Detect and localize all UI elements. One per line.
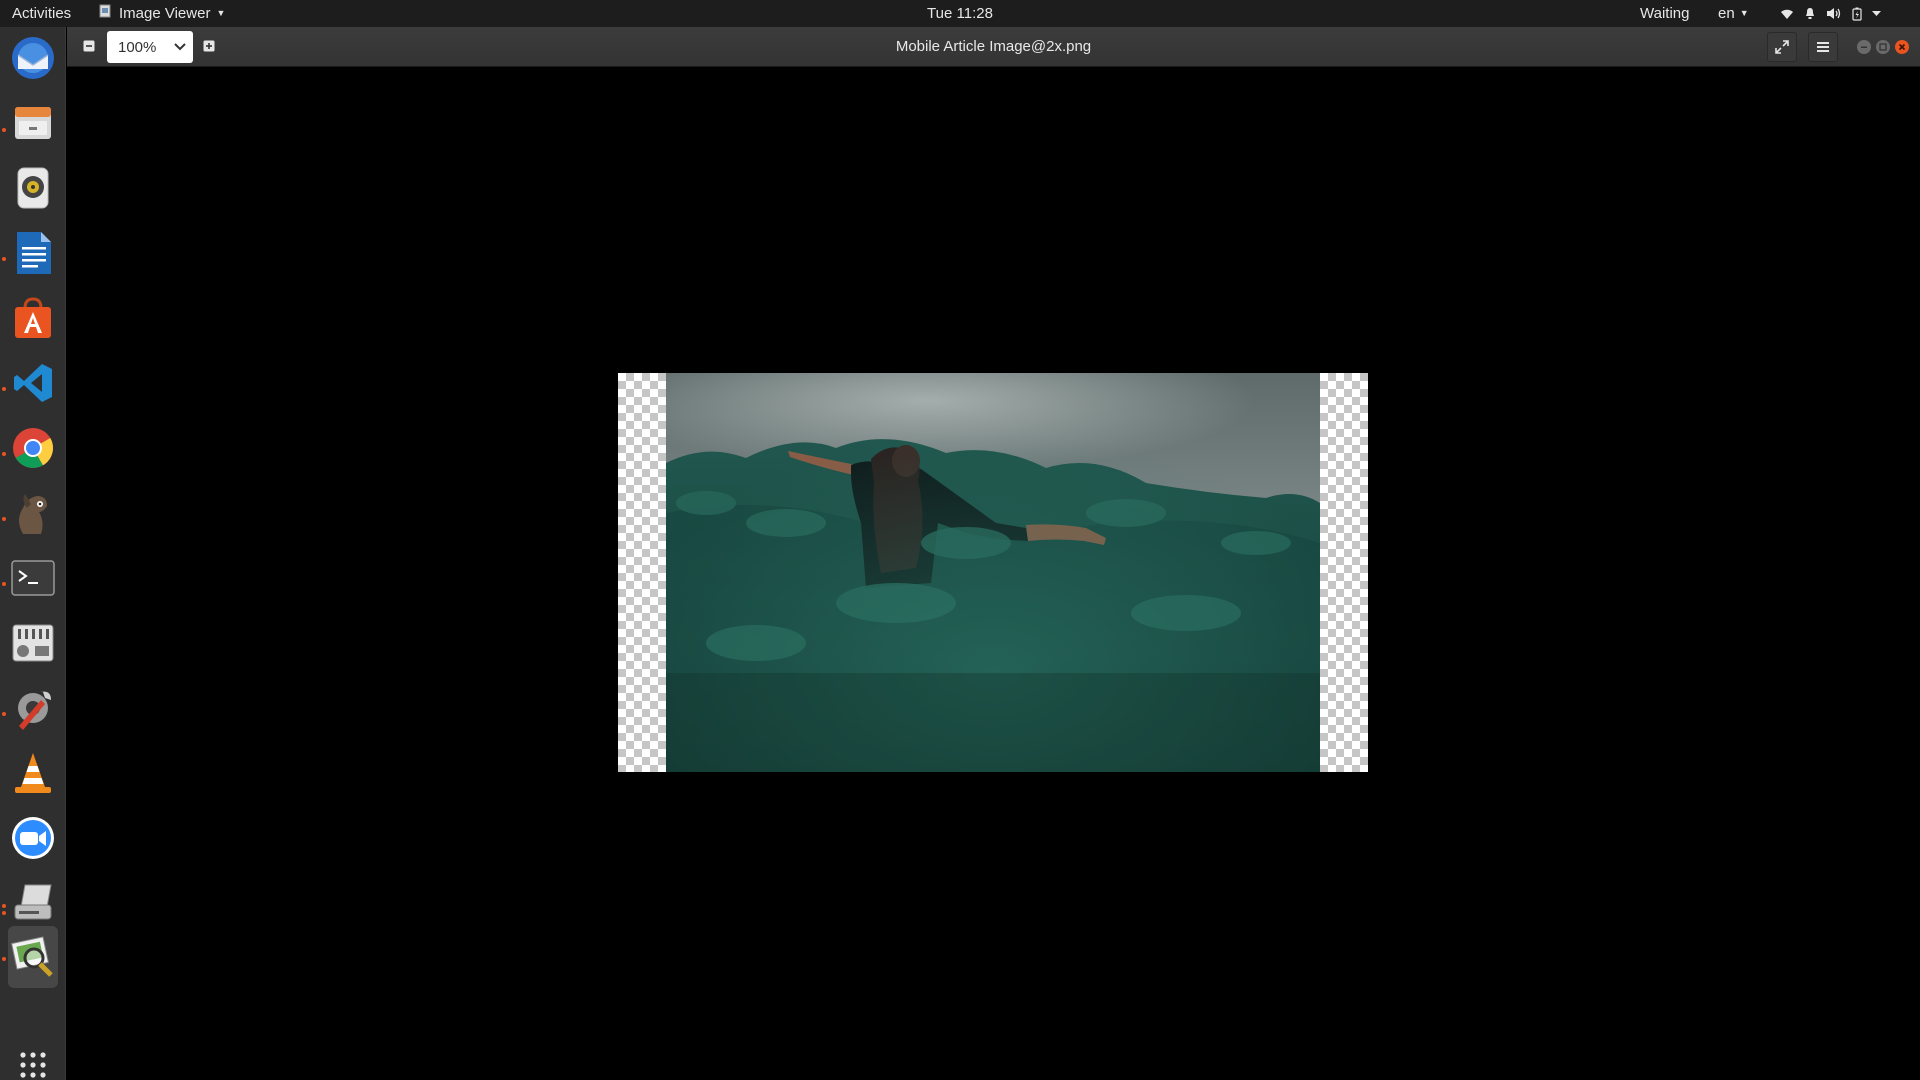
zoom-in-button[interactable]: [197, 34, 221, 58]
maximize-icon: [1879, 43, 1887, 51]
system-menu-caret-icon: [1872, 10, 1881, 16]
minus-icon: [83, 40, 95, 52]
rhythmbox-speaker-icon: [17, 167, 49, 209]
running-indicator: [2, 517, 6, 521]
dock-item-gimp[interactable]: [8, 485, 58, 541]
language-label: en: [1718, 5, 1735, 22]
window-maximize-button[interactable]: [1876, 40, 1890, 54]
zoom-level-combo[interactable]: 100%: [107, 31, 193, 63]
battery-icon: [1852, 7, 1862, 21]
image-viewer-magnifier-icon: [11, 936, 53, 977]
photo-woman-in-teal-foliage: [666, 373, 1320, 772]
vlc-cone-icon: [15, 753, 51, 793]
chrome-icon: [13, 428, 53, 468]
dock-item-thunderbird[interactable]: [8, 30, 58, 86]
show-applications-button[interactable]: [8, 1045, 58, 1080]
zoom-video-icon: [12, 817, 54, 859]
running-indicator: [2, 387, 6, 391]
dock-item-vlc[interactable]: [8, 745, 58, 801]
dock-item-libreoffice-writer[interactable]: [8, 225, 58, 281]
activities-button[interactable]: Activities: [12, 0, 71, 27]
terminal-icon: [11, 560, 55, 596]
running-indicator: [2, 957, 6, 961]
dock-item-system-tools[interactable]: [8, 680, 58, 736]
clock[interactable]: Tue 11:28: [927, 5, 993, 22]
window-minimize-button[interactable]: [1857, 40, 1871, 54]
window-title: Mobile Article Image@2x.png: [895, 38, 1092, 55]
fullscreen-icon: [1775, 40, 1789, 54]
dock-item-terminal[interactable]: [8, 550, 58, 606]
hamburger-menu-icon: [1817, 42, 1829, 52]
image-canvas[interactable]: [67, 67, 1920, 1080]
transparency-checkerboard: [618, 373, 666, 772]
dock-item-zoom[interactable]: [8, 810, 58, 866]
minimize-icon: [1861, 46, 1867, 48]
wifi-icon: [1781, 9, 1793, 19]
scanner-icon: [14, 884, 52, 920]
writer-document-icon: [17, 232, 51, 274]
running-indicator: [2, 128, 6, 132]
dock-item-chrome[interactable]: [8, 420, 58, 476]
chevron-down-icon: ▼: [216, 8, 226, 18]
fullscreen-button[interactable]: [1767, 32, 1797, 62]
dock-item-rhythmbox[interactable]: [8, 160, 58, 216]
chevron-down-icon: [167, 43, 193, 51]
zoom-out-button[interactable]: [77, 34, 101, 58]
running-indicator: [2, 712, 6, 716]
volume-icon: [1827, 8, 1841, 19]
status-indicator[interactable]: Waiting: [1640, 0, 1689, 27]
thunderbird-icon: [12, 37, 54, 79]
dock-item-ubuntu-software[interactable]: [8, 290, 58, 346]
plus-icon: [203, 40, 215, 52]
running-indicator: [2, 911, 6, 915]
top-bar: Activities Image Viewer ▼ Tue 11:28 Wait…: [0, 0, 1920, 27]
running-indicator: [2, 257, 6, 261]
dock-item-files[interactable]: [8, 95, 58, 151]
transparency-checkerboard: [1320, 373, 1368, 772]
system-tray[interactable]: [1780, 0, 1881, 27]
running-indicator: [2, 904, 6, 908]
app-menu[interactable]: Image Viewer ▼: [99, 0, 225, 27]
software-bag-icon: [15, 297, 51, 338]
hamburger-menu-button[interactable]: [1808, 32, 1838, 62]
notification-bell-icon: [1806, 8, 1814, 19]
files-icon: [15, 107, 51, 139]
vscode-icon: [14, 364, 52, 402]
gimp-wilber-icon: [19, 494, 47, 534]
dock-item-scanner[interactable]: [8, 875, 58, 931]
zoom-level-value: 100%: [118, 38, 157, 56]
close-icon: [1898, 43, 1906, 51]
dock-item-vscode[interactable]: [8, 355, 58, 411]
mixer-console-icon: [12, 624, 54, 662]
image-viewer-app-icon: [99, 4, 111, 17]
dock-item-image-viewer[interactable]: [8, 926, 58, 988]
app-grid-icon: [20, 1052, 46, 1078]
dock-item-mixer[interactable]: [8, 615, 58, 671]
clock-container: Tue 11:28: [0, 0, 1920, 27]
running-indicator: [2, 582, 6, 586]
language-selector[interactable]: en ▼: [1718, 0, 1749, 27]
chevron-down-icon: ▼: [1739, 8, 1749, 18]
window-close-button[interactable]: [1895, 40, 1909, 54]
window-title-container: Mobile Article Image@2x.png: [67, 27, 1920, 67]
header-bar: 100% Mobile Article Image@2x.png: [67, 27, 1920, 67]
tools-wrench-icon: [18, 691, 51, 730]
app-menu-label: Image Viewer: [119, 5, 211, 22]
displayed-image[interactable]: [618, 373, 1368, 772]
dock: [0, 27, 66, 1080]
running-indicator: [2, 452, 6, 456]
